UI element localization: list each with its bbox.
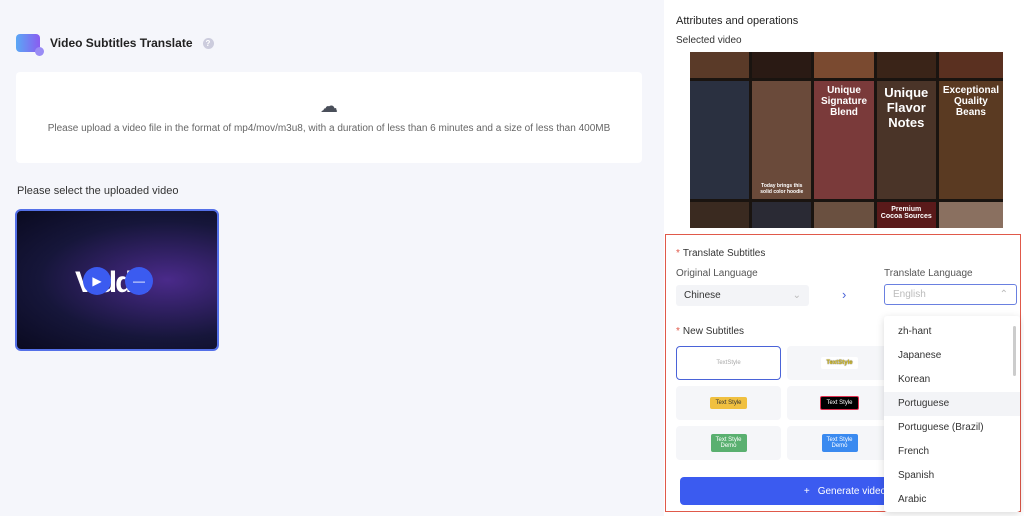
panel-title: Attributes and operations: [676, 15, 799, 27]
subtitle-style-grid: TextStyle TextStyle Text Style Text Styl…: [676, 346, 892, 460]
plus-icon: +: [803, 485, 810, 497]
dropdown-option[interactable]: French: [884, 440, 1020, 464]
remove-icon[interactable]: —: [125, 267, 153, 295]
dropdown-option[interactable]: Japanese: [884, 344, 1020, 368]
translate-subtitles-label: * Translate Subtitles: [676, 248, 766, 259]
style-option[interactable]: Text Style Demo: [676, 426, 781, 460]
upload-area[interactable]: ☁ Please upload a video file in the form…: [16, 72, 642, 163]
style-option[interactable]: Text Style Demo: [787, 426, 892, 460]
style-option[interactable]: TextStyle: [787, 346, 892, 380]
page-title: Video Subtitles Translate: [50, 36, 193, 50]
dropdown-option[interactable]: Portuguese: [884, 392, 1020, 416]
style-option[interactable]: TextStyle: [676, 346, 781, 380]
dropdown-option[interactable]: zh-hant: [884, 320, 1020, 344]
video-list-label: Please select the uploaded video: [17, 185, 179, 197]
dropdown-option[interactable]: Korean: [884, 368, 1020, 392]
original-language-label: Original Language: [676, 268, 758, 279]
play-icon[interactable]: ▶: [83, 267, 111, 295]
original-language-select[interactable]: Chinese ⌄: [676, 285, 809, 306]
dropdown-option[interactable]: Portuguese (Brazil): [884, 416, 1020, 440]
upload-hint: Please upload a video file in the format…: [47, 123, 611, 134]
new-subtitles-label: * New Subtitles: [676, 326, 745, 337]
collage-text: Today brings this solid color hoodie: [752, 81, 812, 199]
cloud-upload-icon: ☁: [320, 96, 338, 116]
selected-video-preview: Today brings this solid color hoodie Uni…: [690, 52, 1003, 228]
app-logo-icon: [16, 34, 44, 56]
translate-language-label: Translate Language: [884, 268, 973, 279]
video-card[interactable]: Viddu ▶ —: [15, 209, 219, 351]
dropdown-option[interactable]: Spanish: [884, 464, 1020, 488]
collage-text: Unique Signature Blend: [814, 81, 874, 199]
question-icon[interactable]: ?: [202, 37, 214, 49]
collage-text: Unique Flavor Notes: [876, 81, 936, 199]
translate-language-select[interactable]: English ⌃: [884, 284, 1017, 305]
style-option[interactable]: Text Style: [787, 386, 892, 420]
language-dropdown: zh-hant Japanese Korean Portuguese Portu…: [884, 316, 1020, 512]
arrow-right-icon: ›: [842, 287, 847, 302]
collage-text: Exceptional Quality Beans: [938, 81, 1003, 199]
chevron-up-icon: ⌃: [999, 289, 1008, 300]
selected-video-label: Selected video: [676, 35, 742, 46]
chevron-down-icon: ⌄: [792, 290, 801, 301]
collage-text: Premium Cocoa Sources: [876, 202, 936, 228]
dropdown-scrollbar[interactable]: [1013, 326, 1016, 376]
dropdown-option[interactable]: Arabic: [884, 488, 1020, 512]
page-header: Video Subtitles Translate ?: [16, 34, 214, 56]
style-option[interactable]: Text Style: [676, 386, 781, 420]
